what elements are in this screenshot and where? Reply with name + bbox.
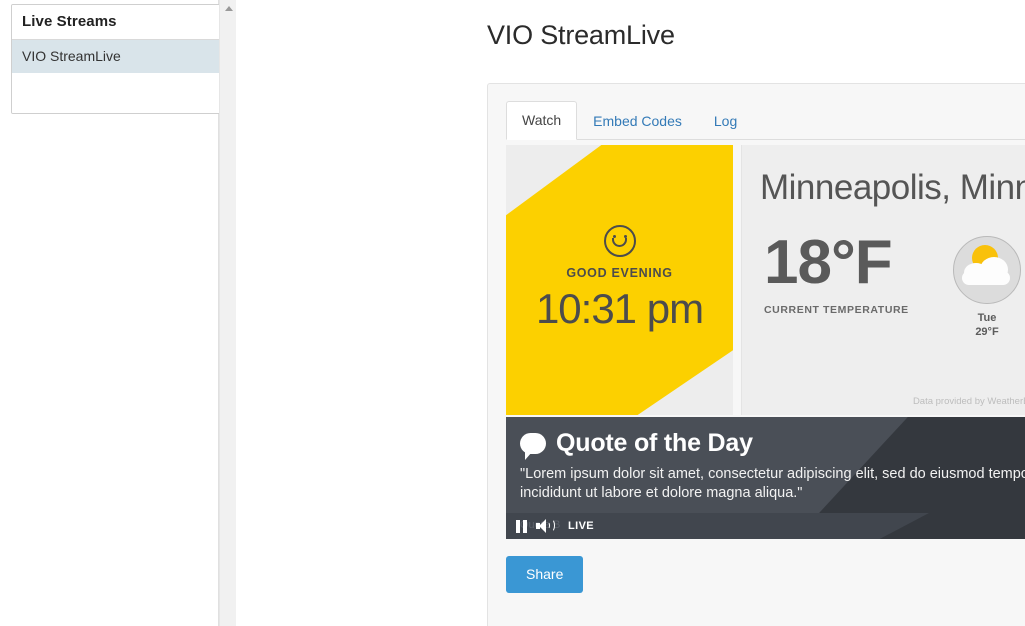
tab-watch[interactable]: Watch (506, 101, 578, 140)
layout-gutter (219, 0, 455, 626)
stream-player: GOOD EVENING 10:31 pm Minneapolis, Minne… (506, 145, 1025, 593)
smiley-face-icon (603, 224, 636, 257)
quote-title-row: Quote of the Day (520, 429, 1025, 460)
clock-card: GOOD EVENING 10:31 pm (506, 145, 733, 415)
current-temperature-value: 18°F (764, 228, 893, 297)
forecast-temp: 29°F (975, 326, 999, 338)
volume-on-icon[interactable] (536, 519, 555, 533)
sidebar-panel: Live Streams VIO StreamLive (11, 4, 222, 114)
page-header: VIO StreamLive Stop (487, 0, 1025, 63)
forecast-day: Tue (977, 312, 997, 324)
tab-bar: Watch Embed Codes Log (506, 101, 1025, 140)
forecast-list: Tue 29°F (953, 228, 1025, 338)
stream-footer: Share 0 Viewing Now (506, 556, 1025, 593)
stream-panel: Watch Embed Codes Log GOOD EVENING 10:31… (487, 83, 1025, 626)
share-button[interactable]: Share (506, 556, 584, 593)
partly-cloudy-icon (953, 236, 1021, 304)
sidebar-item-vio-streamlive[interactable]: VIO StreamLive (12, 40, 221, 73)
sidebar-scrollbar[interactable] (219, 0, 236, 626)
player-control-bar: Quote B LIVE (506, 513, 1025, 539)
weather-city: Minneapolis, Minnesota (760, 168, 1025, 207)
quote-title: Quote of the Day (556, 429, 753, 457)
main-content: VIO StreamLive Stop Watch Embed Codes Lo… (455, 0, 1025, 626)
triangle-up-icon[interactable] (220, 0, 237, 17)
quote-text: "Lorem ipsum dolor sit amet, consectetur… (520, 466, 1025, 501)
speech-bubble-icon (520, 433, 546, 460)
player-controls-left: LIVE (516, 519, 594, 533)
weather-body: 18°F CURRENT TEMPERATURE Tue 29°F (760, 228, 1025, 338)
sidebar-empty-space (12, 73, 221, 113)
clock-time: 10:31 pm (535, 284, 704, 332)
greeting-text: GOOD EVENING (566, 265, 673, 280)
tab-embed-codes[interactable]: Embed Codes (577, 102, 698, 140)
quote-content: Quote of the Day "Lorem ipsum dolor sit … (520, 429, 1025, 503)
pause-icon[interactable] (516, 519, 527, 533)
sidebar-header: Live Streams (12, 5, 221, 40)
forecast-item: Tue 29°F (953, 236, 1021, 338)
page-title: VIO StreamLive (487, 20, 675, 50)
current-temperature-label: CURRENT TEMPERATURE (764, 304, 909, 316)
live-badge: LIVE (568, 520, 595, 532)
stream-top-row: GOOD EVENING 10:31 pm Minneapolis, Minne… (506, 145, 1025, 415)
app-root: Live Streams VIO StreamLive VIO StreamLi… (0, 0, 1025, 626)
tab-log[interactable]: Log (698, 102, 753, 140)
quote-banner: Quote of the Day "Lorem ipsum dolor sit … (506, 417, 1025, 539)
weather-data-credit: Data provided by WeatherBug (912, 396, 1025, 407)
current-temperature-block: 18°F CURRENT TEMPERATURE (760, 228, 953, 316)
sidebar: Live Streams VIO StreamLive (0, 0, 222, 626)
weather-card: Minneapolis, Minnesota 18°F CURRENT TEMP… (741, 145, 1025, 415)
clock-card-content: GOOD EVENING 10:31 pm (506, 145, 733, 415)
